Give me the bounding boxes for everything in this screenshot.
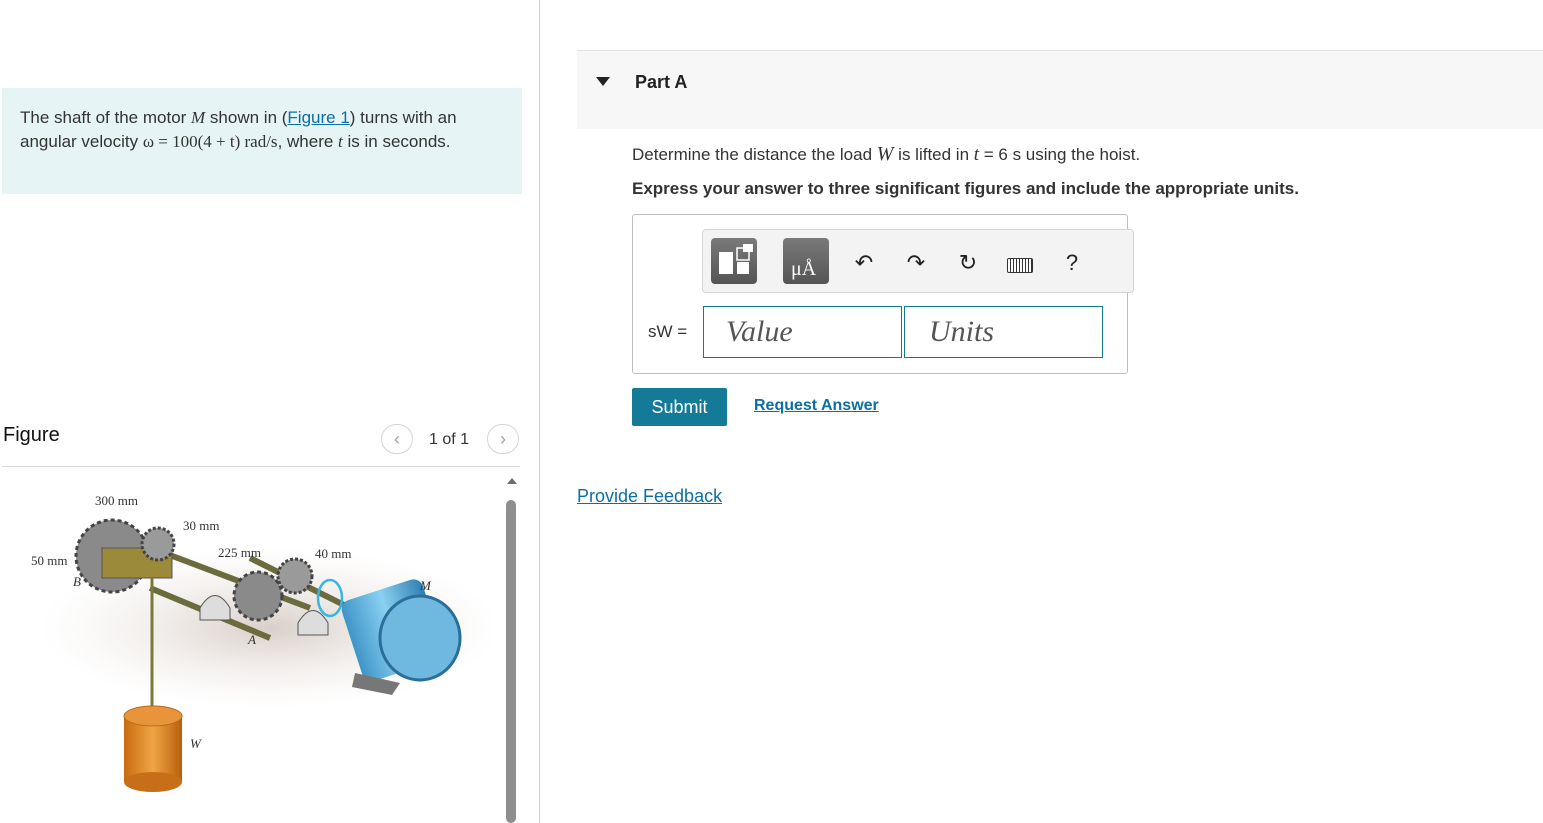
scroll-thumb[interactable] [506, 500, 516, 823]
templates-icon [719, 244, 753, 274]
part-a-header[interactable] [577, 50, 1543, 129]
label-M: M [419, 578, 432, 593]
units-button[interactable]: μÅ [783, 238, 829, 284]
label-A: A [247, 632, 256, 647]
label-30mm: 30 mm [183, 518, 219, 533]
question-text-2: is lifted in [893, 145, 974, 164]
math-toolbar: μÅ ↶ ↷ ↻ ? [702, 229, 1134, 293]
request-answer-link[interactable]: Request Answer [754, 397, 879, 415]
undo-icon[interactable]: ↶ [851, 250, 877, 276]
submit-button[interactable]: Submit [632, 388, 727, 426]
problem-text-4: , where [277, 131, 339, 151]
figure-scrollbar[interactable] [504, 476, 518, 823]
collapse-caret-icon[interactable] [596, 77, 610, 86]
load-top [123, 705, 183, 727]
reset-icon[interactable]: ↻ [955, 250, 981, 276]
problem-text-1: The shaft of the motor [20, 108, 192, 127]
label-300mm: 300 mm [95, 493, 138, 508]
label-B: B [73, 574, 81, 589]
scroll-up-arrow-icon[interactable] [507, 478, 517, 484]
keyboard-icon[interactable] [1007, 258, 1033, 273]
gear-small-40 [276, 557, 314, 595]
chevron-right-icon: › [500, 428, 506, 449]
hoist-figure: 300 mm 30 mm 225 mm 40 mm 50 mm B A M W [31, 493, 490, 792]
answer-variable-label: sW = [648, 322, 688, 341]
figure-pager-text: 1 of 1 [429, 431, 470, 448]
label-W: W [190, 736, 202, 751]
label-40mm: 40 mm [315, 546, 351, 561]
question-w-symbol: W [876, 143, 894, 165]
question-text-1: Determine the distance the load [632, 145, 877, 164]
figure-link[interactable]: Figure 1 [287, 108, 349, 127]
provide-feedback-link[interactable]: Provide Feedback [577, 486, 722, 507]
units-input[interactable]: Units [904, 306, 1103, 358]
problem-text-2: shown in ( [205, 108, 288, 127]
column-divider [539, 0, 540, 823]
templates-button[interactable] [711, 238, 757, 284]
problem-statement: The shaft of the motor M shown in (Figur… [2, 88, 522, 194]
label-50mm: 50 mm [31, 553, 67, 568]
help-icon[interactable]: ? [1059, 250, 1085, 276]
units-button-label: μÅ [791, 258, 817, 280]
question-text-3: = 6 s using the hoist. [979, 145, 1141, 164]
value-input[interactable]: Value [703, 306, 902, 358]
figure-title: Figure [3, 424, 60, 446]
part-title: Part A [635, 72, 688, 92]
label-225mm: 225 mm [218, 545, 261, 560]
motor-symbol: M [191, 108, 206, 127]
omega-expression: ω = 100(4 + t) rad/s [142, 131, 278, 151]
gear-A [232, 570, 284, 622]
motor-end-cap [378, 594, 462, 682]
question-text: Determine the distance the load W is lif… [632, 143, 1140, 166]
answer-instruction: Express your answer to three significant… [632, 179, 1299, 198]
figure-divider [2, 466, 520, 467]
redo-icon[interactable]: ↷ [903, 250, 929, 276]
chevron-left-icon: ‹ [394, 428, 400, 449]
previous-figure-button[interactable]: ‹ [381, 424, 413, 454]
load-bottom [124, 772, 182, 792]
next-figure-button[interactable]: › [487, 424, 519, 454]
problem-text-5: is in seconds. [342, 131, 451, 151]
gear-small-30 [140, 526, 176, 562]
